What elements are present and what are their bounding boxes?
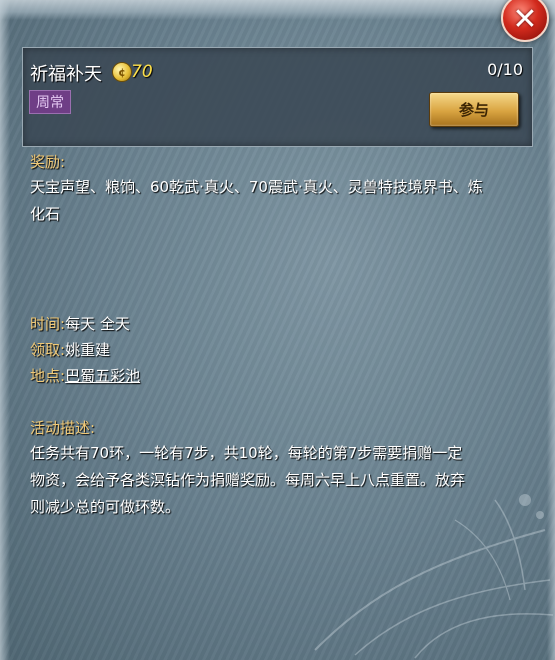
description-text: 任务共有70环，一轮有7步，共10轮，每轮的第7步需要捐赠一定物资，会给予各类溟… [30,444,466,516]
close-button[interactable]: ✕ [501,0,549,42]
activity-points: 70 [131,62,153,82]
time-label: 时间: [30,315,66,333]
npc-label: 领取: [30,341,66,359]
close-icon: ✕ [512,2,538,37]
join-button[interactable]: 参与 [429,92,519,127]
rewards-text: 天宝声望、粮饷、60乾武·真火、70震武·真火、灵兽特技境界书、炼化石 [30,178,483,223]
rewards-label: 奖励: [30,153,66,171]
place-link[interactable]: 巴蜀五彩池 [65,367,140,385]
join-button-label: 参与 [458,101,489,119]
description-label: 活动描述: [30,419,96,437]
activity-header: 祈福补天 ¢ 70 0/10 周常 参与 [22,47,533,147]
frame-left-border [0,0,10,660]
place-label: 地点: [30,367,66,385]
time-row: 时间:每天 全天 [30,313,130,334]
time-value: 每天 全天 [65,315,130,333]
activity-progress: 0/10 [487,60,523,79]
npc-row: 领取:姚重建 [30,339,110,360]
activity-detail-panel: ✕ 祈福补天 ¢ 70 0/10 周常 参与 奖励: 天宝声望、粮饷、60乾武·… [0,0,555,660]
activity-type-tag: 周常 [29,90,71,114]
coin-icon: ¢ [112,62,132,82]
frame-top-border [0,0,555,20]
npc-value: 姚重建 [65,341,111,359]
place-row: 地点:巴蜀五彩池 [30,365,140,386]
activity-title: 祈福补天 [30,64,102,85]
